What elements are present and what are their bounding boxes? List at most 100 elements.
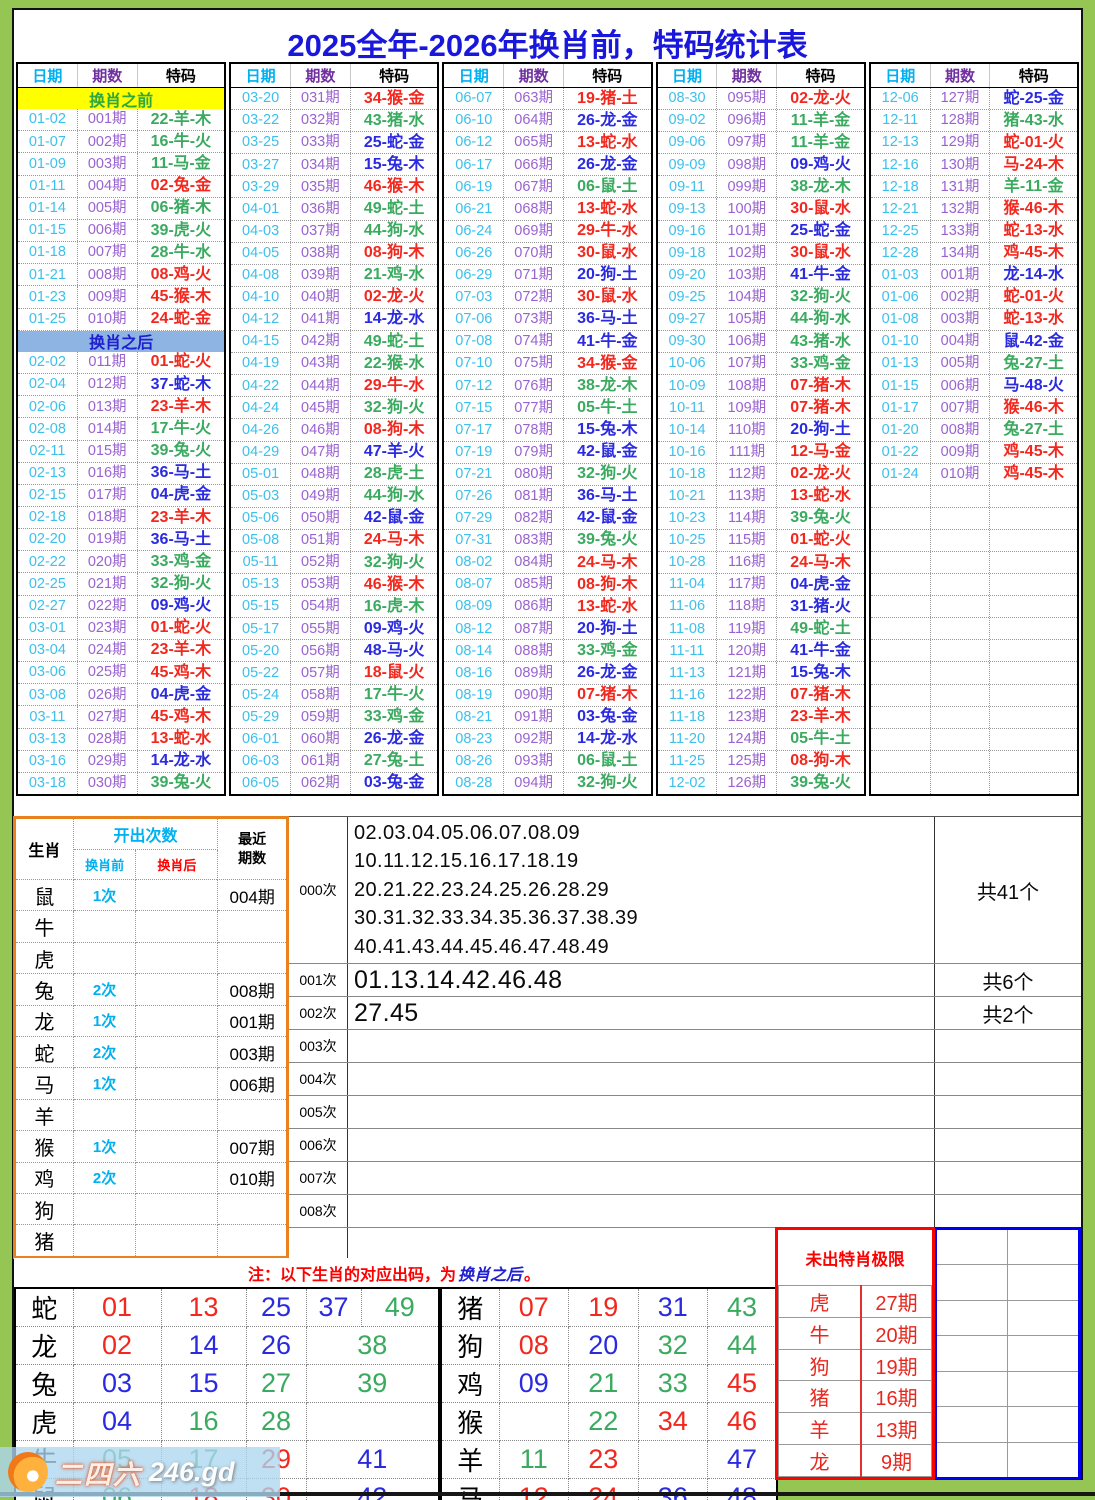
code-cell: 08-狗-木: [351, 243, 438, 264]
table-row: 01-15006期39-虎-火: [18, 220, 224, 242]
period-cell: 019期: [78, 529, 138, 550]
period-cell: 031期: [291, 88, 351, 109]
blue-grid-row: [937, 1443, 1078, 1477]
code-cell: 05-牛-土: [777, 729, 864, 750]
blue-grid-cell: [937, 1372, 1008, 1406]
code-cell: 23-羊-木: [138, 396, 225, 417]
table-row: 04-24045期32-狗-火: [231, 397, 437, 419]
date-cell: 03-04: [18, 640, 78, 661]
period-cell: 022期: [78, 596, 138, 617]
table-row: 07-12076期38-龙-木: [444, 375, 650, 397]
frequency-label: 007次: [289, 1162, 348, 1194]
table-row: 03-08026期04-虎-金: [18, 684, 224, 706]
frequency-label: 006次: [289, 1129, 348, 1161]
date-cell: 03-20: [231, 88, 291, 109]
period-cell: 015期: [78, 441, 138, 462]
code-cell: 46-猴-木: [351, 176, 438, 197]
zodiac-map-row: 蛇0113253749: [15, 1288, 439, 1327]
code-cell: 07-猪-木: [777, 397, 864, 418]
recent-period-cell: [218, 1194, 288, 1225]
period-cell: 050期: [291, 508, 351, 529]
table-row-empty: [871, 685, 1077, 707]
date-cell: 08-21: [444, 707, 504, 728]
table-row: 05-17055期09-鸡-火: [231, 618, 437, 640]
date-header: 日期: [444, 64, 504, 87]
table-row: 09-20103期41-牛-金: [658, 265, 864, 287]
code-cell: 01-蛇-火: [138, 352, 225, 373]
code-header: 特码: [990, 64, 1077, 87]
after-count-cell: [136, 1037, 218, 1068]
limit-row: 牛20期: [779, 1317, 932, 1349]
period-cell: 067期: [504, 176, 564, 197]
code-cell: 蛇-13-水: [990, 309, 1077, 330]
code-cell: 45-猴-木: [138, 286, 225, 307]
period-cell: 003期: [931, 309, 991, 330]
date-cell: 10-18: [658, 464, 718, 485]
code-cell: [990, 662, 1077, 683]
page-title: 2025全年-2026年换肖前，特码统计表: [0, 20, 1095, 65]
number-cell: 11: [499, 1441, 569, 1479]
table-row: 03-04024期23-羊-木: [18, 640, 224, 662]
date-cell: 02-15: [18, 485, 78, 506]
zodiac-cell: 马: [15, 1068, 74, 1099]
limit-period-cell: 9期: [861, 1445, 931, 1477]
table-row: 04-22044期29-牛-水: [231, 375, 437, 397]
period-cell: 033期: [291, 132, 351, 153]
date-header: 日期: [658, 64, 718, 87]
code-cell: 蛇-01-火: [990, 132, 1077, 153]
date-cell: 01-14: [18, 198, 78, 219]
table-row-empty: [871, 508, 1077, 530]
date-cell: [871, 596, 931, 617]
zodiac-cell: 羊: [441, 1441, 499, 1479]
date-cell: 02-18: [18, 507, 78, 528]
after-count-cell: [136, 880, 218, 911]
period-cell: 020期: [78, 551, 138, 572]
limit-zodiac-cell: 羊: [779, 1413, 862, 1445]
date-cell: [871, 707, 931, 728]
code-cell: 23-羊-木: [138, 507, 225, 528]
table-row: 01-17007期猴-46-木: [871, 397, 1077, 419]
number-cell: 14: [161, 1327, 246, 1365]
zodiac-map-row: 马12243648: [441, 1479, 777, 1500]
table-row: 05-20056期48-马-火: [231, 640, 437, 662]
numbers-line: 30.31.32.33.34.35.36.37.38.39: [354, 904, 934, 933]
period-cell: 115期: [717, 530, 777, 551]
code-cell: 02-龙-火: [777, 88, 864, 109]
table-row: 07-19079期42-鼠-金: [444, 442, 650, 464]
code-cell: 猴-46-木: [990, 397, 1077, 418]
code-cell: 38-龙-木: [777, 176, 864, 197]
period-cell: 065期: [504, 132, 564, 153]
period-cell: 003期: [78, 153, 138, 174]
code-cell: 09-鸡-火: [351, 618, 438, 639]
zodiac-map-row: 兔03152739: [15, 1365, 439, 1403]
table-row: 10-11109期07-猪-木: [658, 397, 864, 419]
before-count-cell: 2次: [73, 1162, 136, 1193]
table-row: 12-06127期蛇-25-金: [871, 88, 1077, 110]
period-cell: 038期: [291, 243, 351, 264]
period-cell: 101期: [717, 221, 777, 242]
date-cell: [871, 552, 931, 573]
table-row: 01-24010期鸡-45-木: [871, 464, 1077, 486]
code-column-1: 日期期数特码换肖之前01-02001期22-羊-木01-07002期16-牛-火…: [16, 62, 226, 796]
blue-grid-cell: [937, 1336, 1008, 1370]
code-cell: 33-鸡-金: [138, 551, 225, 572]
frequency-label: 004次: [289, 1063, 348, 1095]
code-cell: 38-龙-木: [564, 375, 651, 396]
code-cell: 26-龙-金: [564, 662, 651, 683]
number-cell: 22: [569, 1403, 639, 1441]
period-cell: 110期: [717, 419, 777, 440]
period-cell: 004期: [78, 176, 138, 197]
date-cell: [871, 773, 931, 794]
blue-grid-cell: [1008, 1443, 1078, 1477]
number-cell: 37: [306, 1288, 361, 1327]
table-row: 09-16101期25-蛇-金: [658, 221, 864, 243]
code-cell: 兔-27-土: [990, 419, 1077, 440]
table-row: 11-16122期07-猪-木: [658, 685, 864, 707]
zodiac-cell: 狗: [441, 1327, 499, 1365]
date-cell: 01-15: [871, 375, 931, 396]
table-row: 05-06050期42-鼠-金: [231, 508, 437, 530]
table-row: 09-25104期32-狗-火: [658, 287, 864, 309]
zodiac-cell: 猴: [441, 1403, 499, 1441]
period-cell: 004期: [931, 331, 991, 352]
table-row: 08-16089期26-龙-金: [444, 662, 650, 684]
